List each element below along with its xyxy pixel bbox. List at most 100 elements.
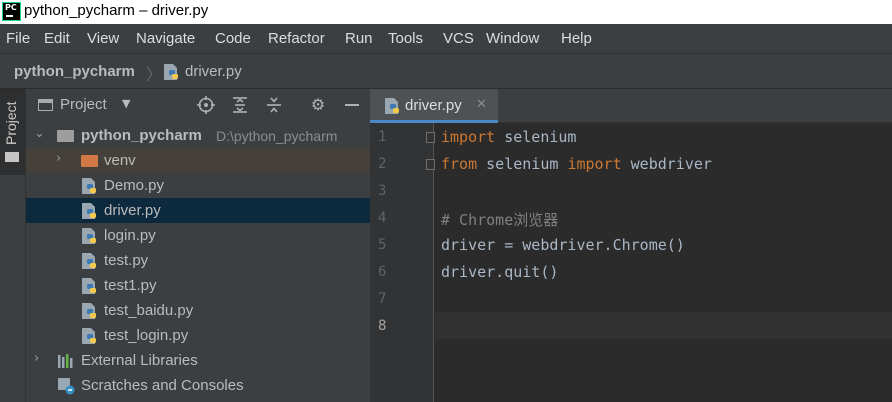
line-number: 7 — [378, 291, 387, 307]
python-file-icon — [164, 64, 178, 80]
tree-file-row[interactable]: test.py — [26, 248, 370, 273]
hide-icon[interactable] — [343, 96, 361, 114]
pycharm-logo-icon: PC — [2, 2, 21, 21]
code-line-5: driver = webdriver.Chrome() — [441, 236, 685, 254]
tree-file-row-selected[interactable]: driver.py — [26, 198, 370, 223]
menu-tools[interactable]: Tools — [388, 30, 423, 47]
keyword: from — [441, 155, 478, 173]
tree-file-label: test.py — [104, 252, 149, 269]
tree-file-label: driver.py — [104, 202, 161, 219]
menu-navigate[interactable]: Navigate — [136, 30, 195, 47]
menu-code[interactable]: Code — [215, 30, 251, 47]
code-text: webdriver — [621, 155, 712, 173]
editor-tab-bar: driver.py ✕ — [370, 89, 892, 123]
project-tool-label: Project — [3, 101, 19, 145]
code-line-6: driver.quit() — [441, 263, 559, 281]
chevron-down-icon[interactable]: ⌄ — [34, 126, 45, 141]
line-number: 3 — [378, 183, 387, 199]
breadcrumb-file[interactable]: driver.py — [185, 63, 242, 80]
chevron-right-icon[interactable]: › — [56, 151, 61, 166]
tree-external-libraries-row[interactable]: › External Libraries — [26, 348, 370, 373]
tree-file-label: test_login.py — [104, 327, 189, 344]
tree-item-venv: venv — [104, 152, 136, 169]
breadcrumb-project[interactable]: python_pycharm — [14, 63, 135, 80]
fold-end-icon[interactable] — [426, 159, 435, 170]
keyword: import — [441, 128, 496, 146]
window-title: python_pycharm – driver.py — [24, 2, 209, 19]
tree-root-row[interactable]: ⌄ python_pycharm D:\python_pycharm — [26, 123, 370, 148]
line-number: 6 — [378, 264, 387, 280]
project-root-name: python_pycharm — [81, 127, 202, 144]
gear-icon[interactable]: ⚙ — [309, 96, 327, 114]
line-number: 1 — [378, 129, 387, 145]
code-line-2: from selenium import webdriver — [441, 155, 712, 173]
code-text: selenium — [477, 155, 568, 173]
project-tool-tab[interactable]: Project — [0, 89, 25, 175]
menu-file[interactable]: File — [6, 30, 30, 47]
folder-icon — [5, 152, 19, 162]
chevron-right-icon[interactable]: › — [34, 351, 39, 366]
tree-file-row[interactable]: test_baidu.py — [26, 298, 370, 323]
python-file-icon — [82, 228, 96, 244]
python-file-icon — [82, 203, 96, 219]
tree-file-label: test1.py — [104, 277, 157, 294]
python-file-icon — [82, 303, 96, 319]
code-editor[interactable]: import selenium from selenium import web… — [435, 123, 892, 402]
python-file-icon — [82, 253, 96, 269]
menu-run[interactable]: Run — [345, 30, 373, 47]
line-number-current: 8 — [378, 318, 387, 334]
line-number: 2 — [378, 156, 387, 172]
tree-file-row[interactable]: test1.py — [26, 273, 370, 298]
caret-row-highlight — [435, 312, 892, 339]
tree-file-row[interactable]: test_login.py — [26, 323, 370, 348]
menu-window[interactable]: Window — [486, 30, 539, 47]
editor-gutter: 1 2 3 4 5 6 7 8 — [370, 123, 435, 402]
library-icon — [58, 354, 73, 368]
expand-all-icon[interactable] — [231, 96, 249, 114]
left-tool-strip: Project — [0, 89, 26, 402]
fold-start-icon[interactable] — [426, 132, 435, 143]
scratches-icon — [58, 378, 75, 395]
line-number: 5 — [378, 237, 387, 253]
python-file-icon — [82, 328, 96, 344]
editor-tab-driver[interactable]: driver.py ✕ — [370, 89, 498, 123]
tree-file-label: login.py — [104, 227, 156, 244]
menu-edit[interactable]: Edit — [44, 30, 70, 47]
tree-file-row[interactable]: Demo.py — [26, 173, 370, 198]
navigation-bar: python_pycharm 〉 driver.py — [0, 53, 892, 89]
chevron-down-icon[interactable]: ▼ — [122, 97, 130, 110]
editor-tab-label: driver.py — [405, 97, 462, 114]
menu-vcs[interactable]: VCS — [443, 30, 474, 47]
tree-file-label: test_baidu.py — [104, 302, 194, 319]
project-window-icon — [38, 99, 53, 111]
code-text: selenium — [495, 128, 577, 146]
close-icon[interactable]: ✕ — [476, 97, 487, 112]
code-line-1: import selenium — [441, 128, 576, 146]
tree-venv-row[interactable]: › venv — [26, 148, 370, 173]
project-root-path: D:\python_pycharm — [216, 128, 338, 144]
folder-icon — [57, 130, 74, 142]
menu-refactor[interactable]: Refactor — [268, 30, 325, 47]
project-panel: Project ▼ ⚙ ⌄ python_pycharm D:\python_p… — [26, 89, 370, 402]
project-panel-title[interactable]: Project — [60, 96, 107, 113]
menu-view[interactable]: View — [87, 30, 119, 47]
python-file-icon — [82, 278, 96, 294]
keyword: import — [567, 155, 622, 173]
code-line-4-comment: # Chrome浏览器 — [441, 211, 559, 229]
line-number: 4 — [378, 210, 387, 226]
menu-help[interactable]: Help — [561, 30, 592, 47]
tree-file-row[interactable]: login.py — [26, 223, 370, 248]
menu-bar: File Edit View Navigate Code Refactor Ru… — [0, 24, 892, 53]
tree-item-external-libraries: External Libraries — [81, 352, 198, 369]
locate-icon[interactable] — [197, 96, 215, 114]
tree-scratches-row[interactable]: Scratches and Consoles — [26, 373, 370, 398]
python-file-icon — [82, 178, 96, 194]
python-file-icon — [385, 98, 399, 114]
excluded-folder-icon — [81, 155, 98, 167]
tree-item-scratches: Scratches and Consoles — [81, 377, 244, 394]
project-panel-header: Project ▼ ⚙ — [26, 89, 370, 121]
logo-text: PC — [5, 3, 17, 12]
tree-file-label: Demo.py — [104, 177, 165, 194]
breadcrumb-separator-icon: 〉 — [146, 65, 163, 84]
collapse-all-icon[interactable] — [265, 96, 283, 114]
